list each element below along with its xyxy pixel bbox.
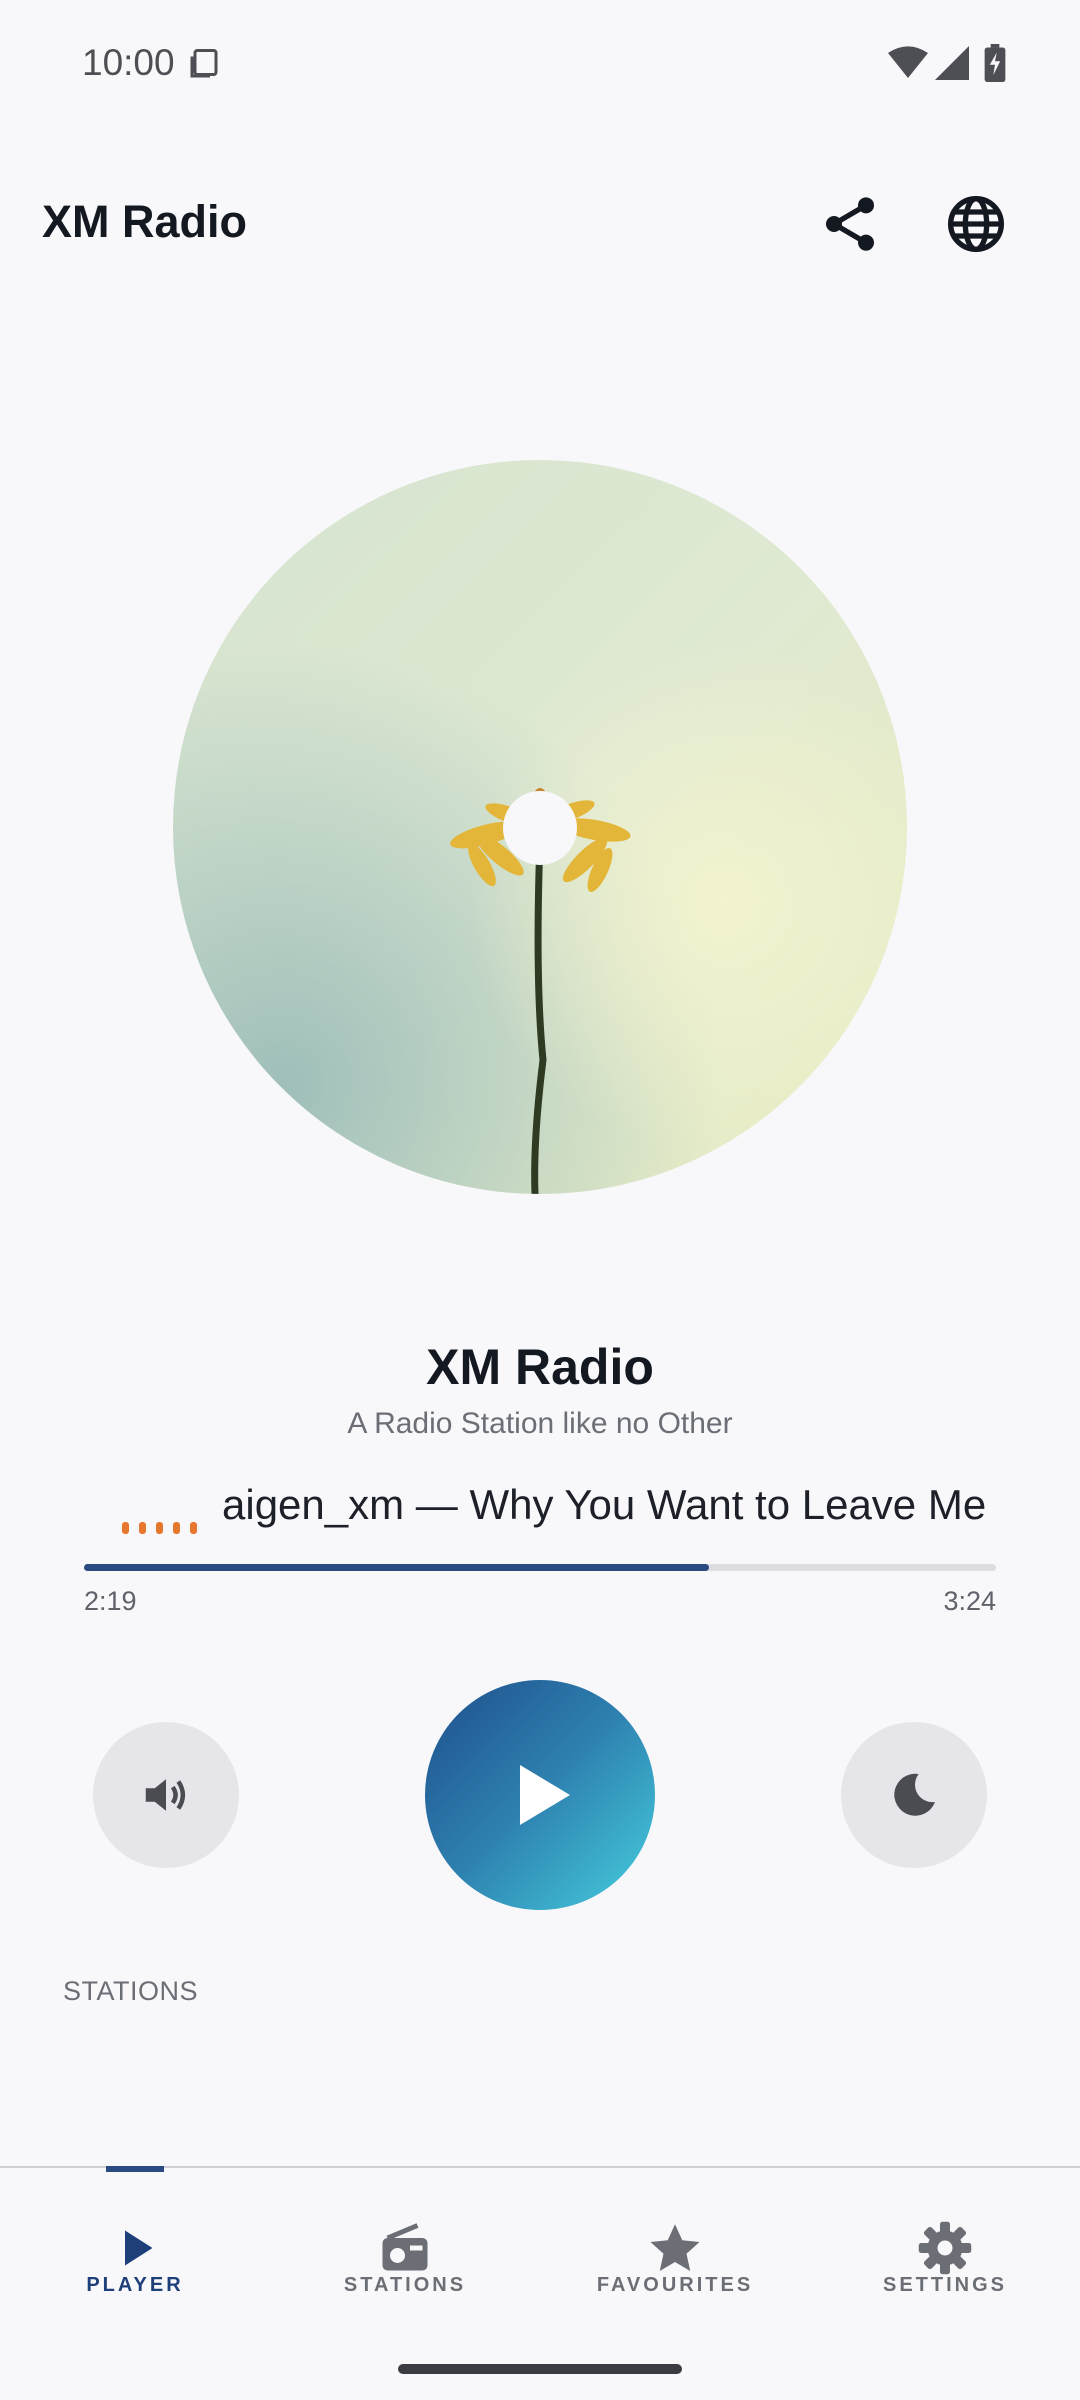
radio-icon [382,2223,428,2271]
sleep-timer-button[interactable] [841,1722,987,1868]
nav-player-label: PLAYER [86,2274,184,2296]
stations-section-heading: STATIONS [63,1976,199,2006]
signal-icon [935,46,969,80]
home-indicator[interactable] [398,2364,682,2374]
copy-icon [190,49,218,78]
play-button[interactable] [425,1680,655,1910]
share-button[interactable] [818,192,882,256]
volume-icon [145,1779,186,1811]
globe-icon [948,196,1004,252]
app-title: XM Radio [42,196,248,247]
artwork-center-hole [503,791,577,865]
nav-settings-label: SETTINGS [882,2274,1007,2296]
gear-icon [918,2221,972,2275]
star-icon [650,2224,700,2271]
equalizer-icon [122,1522,197,1534]
nav-stations[interactable]: STATIONS [270,2168,540,2318]
nav-favourites[interactable]: FAVOURITES [540,2168,810,2318]
station-name: XM Radio [426,1339,654,1395]
nav-stations-label: STATIONS [343,2274,467,2296]
track-title: aigen_xm — Why You Want to Leave Me [222,1481,987,1528]
time-total: 3:24 [943,1586,996,1616]
time-elapsed: 2:19 [84,1586,137,1616]
wifi-icon [888,46,928,78]
nav-settings[interactable]: SETTINGS [810,2168,1080,2318]
sleep-moon-icon [894,1773,935,1816]
nav-player[interactable]: PLAYER [0,2168,270,2318]
station-tagline: A Radio Station like no Other [347,1407,733,1440]
progress-fill [84,1564,709,1571]
progress-bar[interactable] [84,1564,996,1571]
play-icon [520,1765,570,1825]
globe-button[interactable] [944,192,1008,256]
share-icon [826,197,874,251]
battery-charging-icon [984,44,1006,82]
nav-favourites-label: FAVOURITES [596,2274,754,2296]
play-icon [125,2230,153,2266]
status-time: 10:00 [82,42,175,83]
volume-button[interactable] [93,1722,239,1868]
